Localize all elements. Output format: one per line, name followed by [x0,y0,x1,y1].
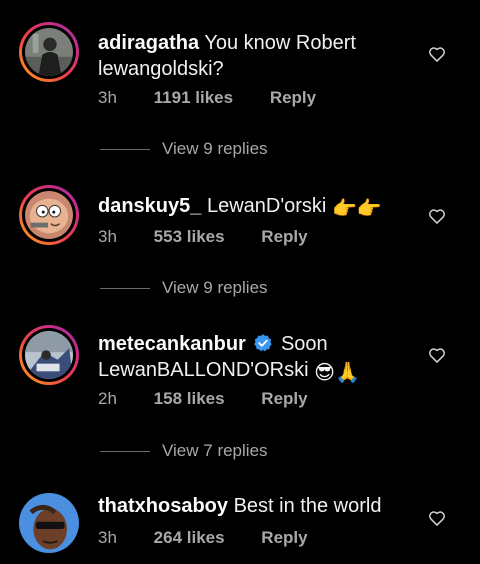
timestamp: 2h [98,389,117,408]
username[interactable]: thatxhosaboy [98,495,228,517]
username[interactable]: adiragatha [98,32,199,54]
divider [100,148,150,150]
comment-body: adiragatha You know Robert lewangoldski? [98,30,418,82]
username[interactable]: metecankanbur [98,333,246,355]
comment-text: Best in the world [233,495,382,517]
timestamp: 3h [98,227,117,246]
avatar-image [25,28,73,76]
timestamp: 3h [98,528,117,547]
reply-button[interactable]: Reply [270,88,316,107]
likes-count[interactable]: 158 likes [154,389,225,408]
reply-button[interactable]: Reply [261,389,307,408]
comments-feed: adiragatha You know Robert lewangoldski?… [0,0,480,564]
heart-outline-icon[interactable] [427,508,447,528]
comment-text-continued: LewanBALLOND'ORski [98,359,309,381]
comment-meta: 2h 158 likes Reply [98,389,340,409]
divider [100,287,150,289]
divider [100,450,150,452]
avatar[interactable] [19,22,79,82]
view-replies-button[interactable]: View 9 replies [100,139,268,159]
likes-count[interactable]: 553 likes [154,227,225,246]
verified-badge-icon [254,334,273,352]
likes-count[interactable]: 1191 likes [154,88,233,107]
comment-text: LewanD'orski [206,195,327,217]
reply-button[interactable]: Reply [261,528,307,547]
emoji: 👉👉 [331,198,382,220]
comment-meta: 3h 1191 likes Reply [98,88,348,108]
avatar[interactable] [19,185,79,245]
comment-meta: 3h 264 likes Reply [98,528,340,548]
heart-outline-icon[interactable] [427,44,447,64]
avatar-image [25,191,73,239]
view-replies-label: View 7 replies [162,441,268,460]
emoji: 😎🙏 [314,362,360,384]
avatar[interactable] [19,493,79,553]
username[interactable]: danskuy5_ [98,195,201,217]
heart-outline-icon[interactable] [427,345,447,365]
heart-outline-icon[interactable] [427,206,447,226]
view-replies-label: View 9 replies [162,278,268,297]
avatar[interactable] [19,325,79,385]
comment-body: metecankanbur Soon LewanBALLOND'ORski 😎🙏 [98,331,418,386]
comment-meta: 3h 553 likes Reply [98,227,340,247]
avatar-image [25,331,73,379]
view-replies-button[interactable]: View 7 replies [100,441,268,461]
comment-text: Soon [280,333,328,355]
comment-body: danskuy5_ LewanD'orski 👉👉 [98,193,418,222]
timestamp: 3h [98,88,117,107]
view-replies-label: View 9 replies [162,139,268,158]
reply-button[interactable]: Reply [261,227,307,246]
view-replies-button[interactable]: View 9 replies [100,278,268,298]
comment-body: thatxhosaboy Best in the world [98,493,418,519]
likes-count[interactable]: 264 likes [154,528,225,547]
avatar-image [19,493,79,553]
